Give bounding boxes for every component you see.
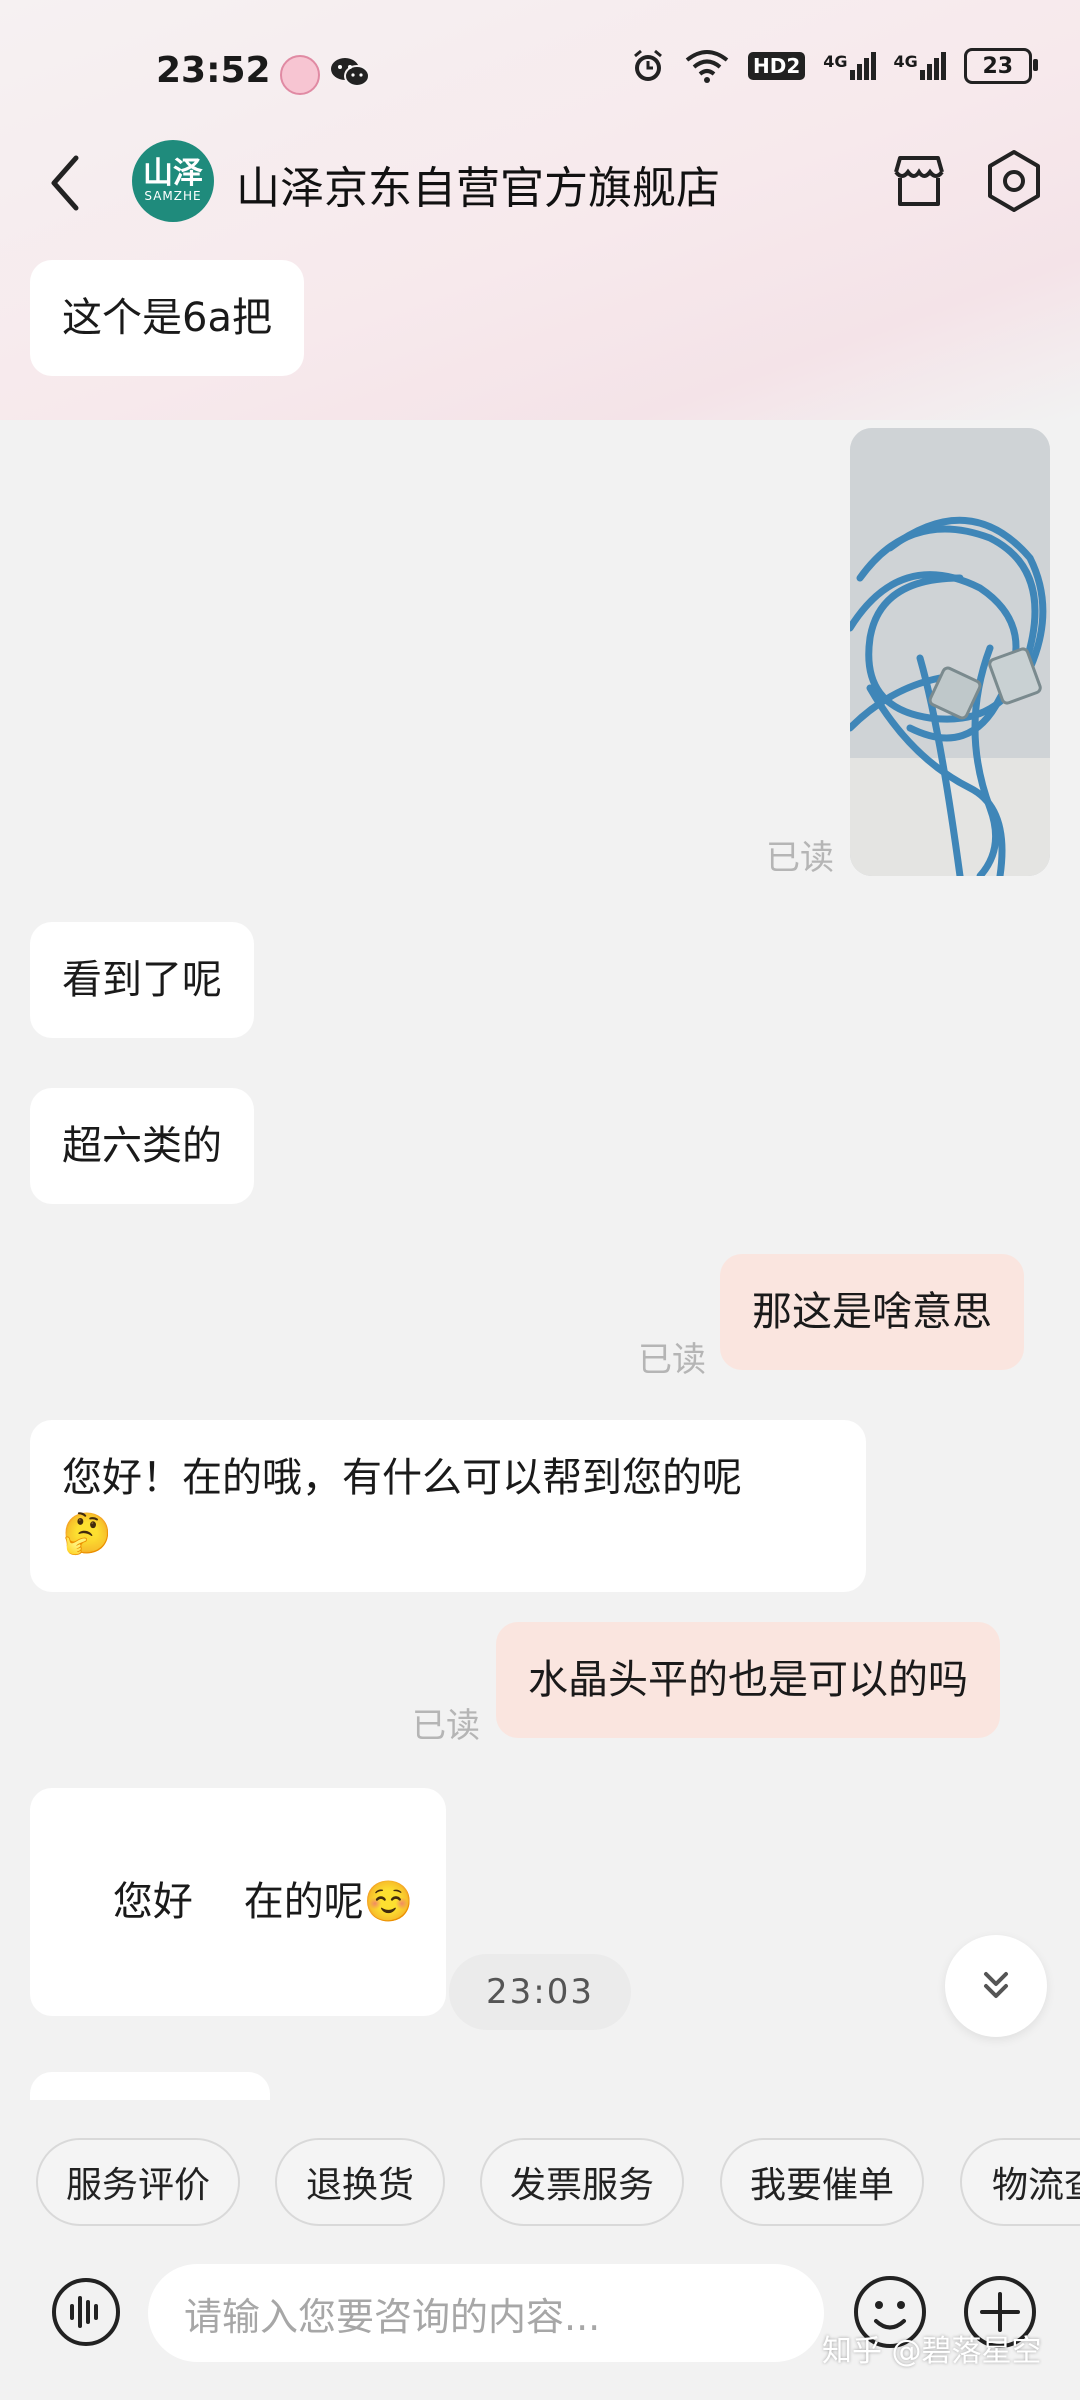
cable-photo (850, 428, 1050, 876)
shop-logo[interactable]: 山泽 SAMZHE (132, 140, 214, 222)
thinking-emoji-icon: 🤔 (62, 1511, 112, 1557)
voice-input-icon[interactable] (50, 2276, 122, 2348)
status-indicators: HD2 4G 4G 23 (630, 48, 1038, 84)
message-input[interactable]: 请输入您要咨询的内容... (148, 2264, 824, 2362)
shop-logo-subtext: SAMZHE (144, 189, 202, 203)
incoming-message[interactable]: 超六类的 (30, 1088, 254, 1204)
incoming-message[interactable]: 您好 在的呢☺️ (30, 1788, 446, 2016)
watermark: 知乎 @碧落星空 (822, 2334, 1042, 2369)
outgoing-message[interactable]: 那这是啥意思 (720, 1254, 1024, 1370)
notification-avatar-icon (280, 55, 320, 95)
quick-action-return[interactable]: 退换货 (275, 2138, 445, 2226)
settings-icon[interactable] (983, 148, 1045, 214)
status-time: 23:52 (156, 50, 271, 91)
read-receipt: 已读 (412, 1706, 480, 1746)
read-receipt: 已读 (766, 838, 834, 878)
smile-emoji-icon: ☺️ (363, 1879, 414, 1925)
alarm-icon (634, 49, 662, 81)
message-text: 这个是6a把 (62, 295, 272, 341)
quick-action-urge-order[interactable]: 我要催单 (720, 2138, 924, 2226)
shop-logo-text: 山泽 (143, 156, 203, 191)
hd-icon: HD2 (748, 52, 806, 80)
signal-icon-2: 4G (894, 52, 946, 80)
incoming-message[interactable]: 您好！在的哦，有什么可以帮到您的呢 🤔 (30, 1420, 866, 1592)
message-text: 水晶头平的也是可以的吗 (528, 1657, 968, 1703)
message-text: 那这是啥意思 (752, 1289, 992, 1335)
battery-icon: 23 (963, 48, 1038, 84)
message-input-placeholder: 请输入您要咨询的内容... (184, 2294, 601, 2339)
message-text: 您好 在的呢 (112, 1879, 364, 1925)
outgoing-message[interactable]: 水晶头平的也是可以的吗 (496, 1622, 1000, 1738)
status-bar: 23:52 HD2 4G 4G 23 (0, 0, 1080, 140)
wechat-icon (331, 58, 370, 87)
quick-action-bar[interactable]: 服务评价 退换货 发票服务 我要催单 物流查 (0, 2100, 1080, 2260)
scroll-to-bottom-button[interactable] (945, 1935, 1047, 2037)
store-icon[interactable] (888, 150, 950, 212)
incoming-message-partial[interactable] (30, 2072, 270, 2102)
double-chevron-down-icon (984, 1972, 1008, 1998)
battery-level: 23 (982, 53, 1014, 79)
quick-action-logistics[interactable]: 物流查 (960, 2138, 1080, 2226)
read-receipt: 已读 (638, 1340, 706, 1380)
back-arrow-icon[interactable] (40, 148, 90, 218)
incoming-message[interactable]: 看到了呢 (30, 922, 254, 1038)
shop-title[interactable]: 山泽京东自营官方旗舰店 (236, 152, 720, 216)
signal-icon-1: 4G (823, 52, 876, 80)
outgoing-image-message[interactable] (850, 428, 1050, 876)
message-text: 超六类的 (62, 1123, 222, 1169)
message-text: 您好！在的哦，有什么可以帮到您的呢 (62, 1455, 742, 1501)
chat-message-list[interactable]: 这个是6a把 已读 看到了呢 超六类的 已读 那这是啥意思 您好！在的哦，有什么… (0, 250, 1080, 2100)
quick-action-review[interactable]: 服务评价 (36, 2138, 240, 2226)
incoming-message[interactable]: 这个是6a把 (30, 260, 304, 376)
message-text: 看到了呢 (62, 957, 222, 1003)
quick-action-invoice[interactable]: 发票服务 (480, 2138, 684, 2226)
wifi-icon (685, 50, 729, 83)
chat-timestamp: 23:03 (449, 1954, 631, 2030)
